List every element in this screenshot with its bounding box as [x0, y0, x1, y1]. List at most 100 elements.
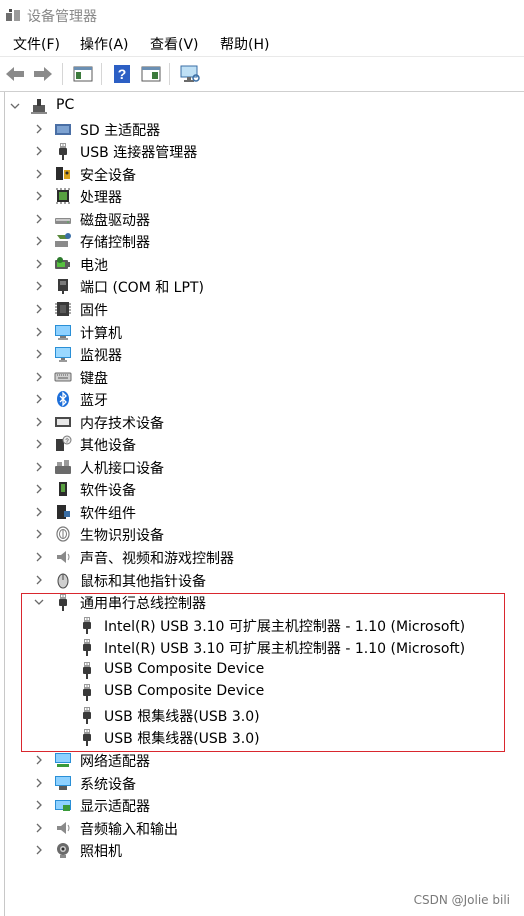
tree-item-label: 监视器 — [80, 348, 122, 365]
tree-item-label: 固件 — [80, 302, 108, 319]
tree-category[interactable]: 磁盘驱动器 — [0, 208, 520, 230]
chevron-right-icon[interactable] — [32, 122, 46, 136]
menu-action[interactable]: 操作(A) — [80, 34, 129, 54]
tree-category[interactable]: 安全设备 — [0, 163, 520, 185]
tree-item-label: PC — [56, 97, 75, 113]
help-button[interactable]: ? — [111, 63, 133, 85]
tree-item-label: USB 连接器管理器 — [80, 145, 198, 162]
chevron-right-icon[interactable] — [32, 798, 46, 812]
toolbar: ? — [0, 57, 524, 92]
tree-item-label: 软件设备 — [80, 483, 136, 500]
back-button[interactable] — [4, 63, 26, 85]
tree-category[interactable]: 内存技术设备 — [0, 411, 520, 433]
forward-button[interactable] — [32, 63, 54, 85]
tree-category[interactable]: 电池 — [0, 253, 520, 275]
tree-category[interactable]: 软件组件 — [0, 501, 520, 523]
toolbar-separator — [101, 63, 102, 85]
tree-category[interactable]: 照相机 — [0, 839, 520, 861]
back-icon — [6, 67, 24, 81]
tree-item-label: 处理器 — [80, 190, 122, 207]
show-hide-console-tree-icon — [73, 66, 93, 82]
tree-category[interactable]: 处理器 — [0, 185, 520, 207]
tree-category[interactable]: 声音、视频和游戏控制器 — [0, 546, 520, 568]
toolbar-separator — [62, 63, 63, 85]
chevron-right-icon[interactable] — [32, 505, 46, 519]
tree-category[interactable]: 端口 (COM 和 LPT) — [0, 275, 520, 297]
chevron-right-icon[interactable] — [32, 392, 46, 406]
chevron-right-icon[interactable] — [32, 482, 46, 496]
chevron-right-icon[interactable] — [32, 234, 46, 248]
tree-category[interactable]: 生物识别设备 — [0, 523, 520, 545]
chevron-right-icon[interactable] — [32, 821, 46, 835]
window-title: 设备管理器 — [27, 9, 97, 25]
tree-category[interactable]: USB 连接器管理器 — [0, 140, 520, 162]
tree-category[interactable]: 系统设备 — [0, 772, 520, 794]
tree-category[interactable]: ? 其他设备 — [0, 433, 520, 455]
chevron-right-icon[interactable] — [32, 776, 46, 790]
tree-category[interactable]: 计算机 — [0, 321, 520, 343]
forward-icon — [34, 67, 52, 81]
processor-icon — [56, 188, 70, 205]
tree-item-label: 声音、视频和游戏控制器 — [80, 551, 234, 567]
properties-button[interactable] — [140, 63, 162, 85]
tree-category[interactable]: 键盘 — [0, 366, 520, 388]
scan-hardware-icon — [180, 65, 200, 82]
storage-controller-icon — [55, 233, 71, 248]
chevron-right-icon[interactable] — [32, 527, 46, 541]
tree-category[interactable]: 鼠标和其他指针设备 — [0, 569, 520, 591]
chevron-right-icon[interactable] — [32, 573, 46, 587]
tree-item-label: 电池 — [80, 257, 108, 274]
chevron-right-icon[interactable] — [32, 212, 46, 226]
chevron-right-icon[interactable] — [32, 370, 46, 384]
chevron-right-icon[interactable] — [32, 279, 46, 293]
chevron-right-icon[interactable] — [32, 437, 46, 451]
tree-item-label: 系统设备 — [80, 776, 136, 793]
tree-category[interactable]: 音频输入和输出 — [0, 817, 520, 839]
scan-hardware-button[interactable] — [179, 63, 201, 85]
chevron-right-icon[interactable] — [32, 189, 46, 203]
tree-category[interactable]: 网络适配器 — [0, 749, 520, 771]
tree-category[interactable]: 显示适配器 — [0, 794, 520, 816]
menu-view[interactable]: 查看(V) — [150, 34, 199, 54]
tree-item-label: 其他设备 — [80, 438, 136, 455]
chevron-right-icon[interactable] — [32, 550, 46, 564]
tree-item-label: 计算机 — [80, 325, 122, 342]
chevron-right-icon[interactable] — [32, 144, 46, 158]
tree-item-label: 网络适配器 — [80, 753, 150, 770]
chevron-right-icon[interactable] — [32, 257, 46, 271]
tree-category[interactable]: 固件 — [0, 298, 520, 320]
menu-file[interactable]: 文件(F) — [13, 34, 60, 54]
console-tree-button[interactable] — [72, 63, 94, 85]
chevron-right-icon[interactable] — [32, 460, 46, 474]
chevron-right-icon[interactable] — [32, 415, 46, 429]
tree-item-label: 照相机 — [80, 844, 122, 861]
tree-category[interactable]: 软件设备 — [0, 478, 520, 500]
keyboard-icon — [54, 372, 72, 382]
tree-item-label: 磁盘驱动器 — [80, 212, 150, 229]
sd-host-icon — [55, 123, 71, 135]
audio-io-icon — [57, 821, 70, 834]
chevron-down-icon[interactable] — [8, 99, 22, 113]
chevron-right-icon[interactable] — [32, 843, 46, 857]
chevron-right-icon[interactable] — [32, 302, 46, 316]
menu-help[interactable]: 帮助(H) — [220, 34, 269, 54]
tree-root-pc[interactable]: PC — [0, 95, 520, 117]
chevron-right-icon[interactable] — [32, 753, 46, 767]
port-icon — [58, 279, 68, 295]
battery-icon — [55, 256, 70, 269]
tree-category[interactable]: 监视器 — [0, 343, 520, 365]
chevron-right-icon[interactable] — [32, 347, 46, 361]
tree-category[interactable]: 人机接口设备 — [0, 456, 520, 478]
tree-item-label: 蓝牙 — [80, 393, 108, 410]
tree-category[interactable]: 存储控制器 — [0, 230, 520, 252]
pc-icon — [31, 99, 47, 114]
tree-category[interactable]: SD 主适配器 — [0, 118, 520, 140]
tree-item-label: 端口 (COM 和 LPT) — [80, 280, 204, 297]
tree-item-label: 生物识别设备 — [80, 528, 164, 545]
tree-item-label: 软件组件 — [80, 505, 136, 522]
tree-item-label: 存储控制器 — [80, 235, 150, 252]
chevron-right-icon[interactable] — [32, 167, 46, 181]
mouse-icon — [57, 573, 69, 589]
tree-category[interactable]: 蓝牙 — [0, 388, 520, 410]
chevron-right-icon[interactable] — [32, 325, 46, 339]
